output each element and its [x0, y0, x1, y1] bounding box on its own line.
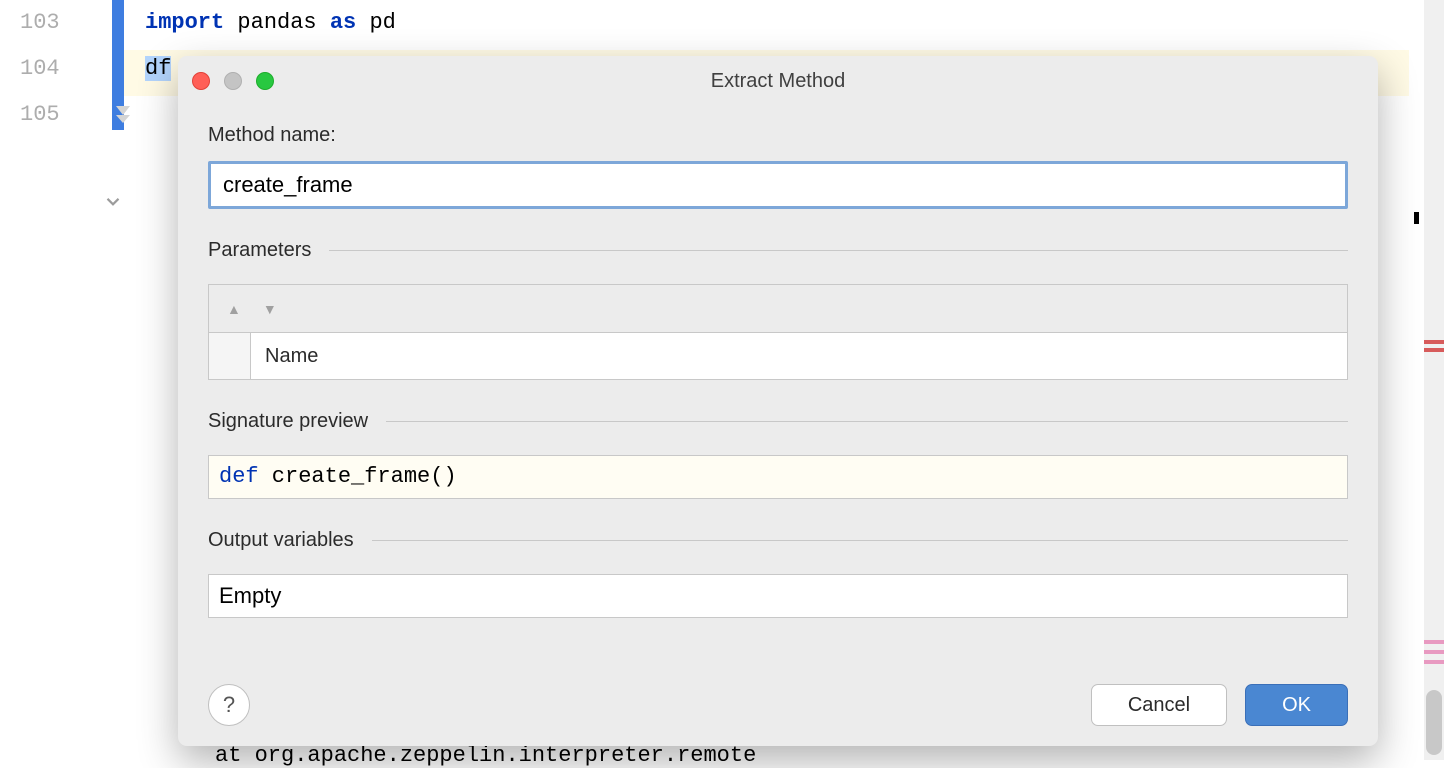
- method-name-input[interactable]: [208, 161, 1348, 209]
- signature-label: Signature preview: [208, 410, 368, 433]
- identifier: pd: [356, 10, 396, 35]
- minimize-icon: [224, 72, 242, 90]
- parameters-name-column-header: Name: [251, 333, 1347, 379]
- keyword-as: as: [330, 10, 356, 35]
- selected-code: df: [145, 56, 171, 81]
- dialog-footer: ? Cancel OK: [208, 684, 1348, 726]
- move-down-icon[interactable]: ▼: [263, 301, 277, 317]
- close-icon[interactable]: [192, 72, 210, 90]
- window-controls: [192, 72, 274, 90]
- caret-marker: [1414, 212, 1419, 224]
- warning-marker[interactable]: [1424, 640, 1444, 644]
- warning-marker[interactable]: [1424, 650, 1444, 654]
- help-button[interactable]: ?: [208, 684, 250, 726]
- divider: [386, 421, 1348, 422]
- cancel-button[interactable]: Cancel: [1091, 684, 1227, 726]
- divider: [372, 540, 1348, 541]
- method-name-label: Method name:: [208, 124, 1348, 147]
- error-marker[interactable]: [1424, 340, 1444, 344]
- editor-gutter: 103 104 105: [0, 0, 112, 760]
- line-number: 105: [20, 102, 60, 127]
- scrollbar-thumb[interactable]: [1426, 690, 1442, 755]
- warning-marker[interactable]: [1424, 660, 1444, 664]
- dialog-title-bar[interactable]: Extract Method: [178, 56, 1378, 106]
- identifier: pandas: [224, 10, 330, 35]
- parameters-section-header: Parameters: [208, 239, 1348, 262]
- ok-button[interactable]: OK: [1245, 684, 1348, 726]
- fold-chevron-icon[interactable]: [102, 190, 124, 218]
- output-variables-box: Empty: [208, 574, 1348, 618]
- divider: [329, 250, 1348, 251]
- dialog-title: Extract Method: [178, 70, 1378, 93]
- output-section-header: Output variables: [208, 529, 1348, 552]
- dialog-body: Method name: Parameters ▲ ▼ Name Signatu…: [178, 106, 1378, 636]
- line-number: 104: [20, 56, 60, 81]
- maximize-icon[interactable]: [256, 72, 274, 90]
- scrollbar-track[interactable]: [1424, 0, 1444, 760]
- output-variables-label: Output variables: [208, 529, 354, 552]
- parameters-checkbox-column: [209, 333, 251, 379]
- code-line[interactable]: import pandas as pd: [145, 10, 396, 35]
- move-up-icon[interactable]: ▲: [227, 301, 241, 317]
- parameters-label: Parameters: [208, 239, 311, 262]
- extract-method-dialog: Extract Method Method name: Parameters ▲…: [178, 56, 1378, 746]
- signature-name: create_frame(): [259, 464, 457, 489]
- signature-section-header: Signature preview: [208, 410, 1348, 433]
- fold-collapse-icon[interactable]: [113, 103, 133, 123]
- parameters-toolbar: ▲ ▼: [208, 284, 1348, 332]
- parameters-table[interactable]: Name: [208, 332, 1348, 380]
- keyword-def: def: [219, 464, 259, 489]
- error-marker[interactable]: [1424, 348, 1444, 352]
- code-line[interactable]: at org.apache.zeppelin.interpreter.remot…: [215, 743, 756, 768]
- signature-preview: def create_frame(): [208, 455, 1348, 499]
- line-number: 103: [20, 10, 60, 35]
- code-line[interactable]: df: [145, 56, 171, 81]
- keyword-import: import: [145, 10, 224, 35]
